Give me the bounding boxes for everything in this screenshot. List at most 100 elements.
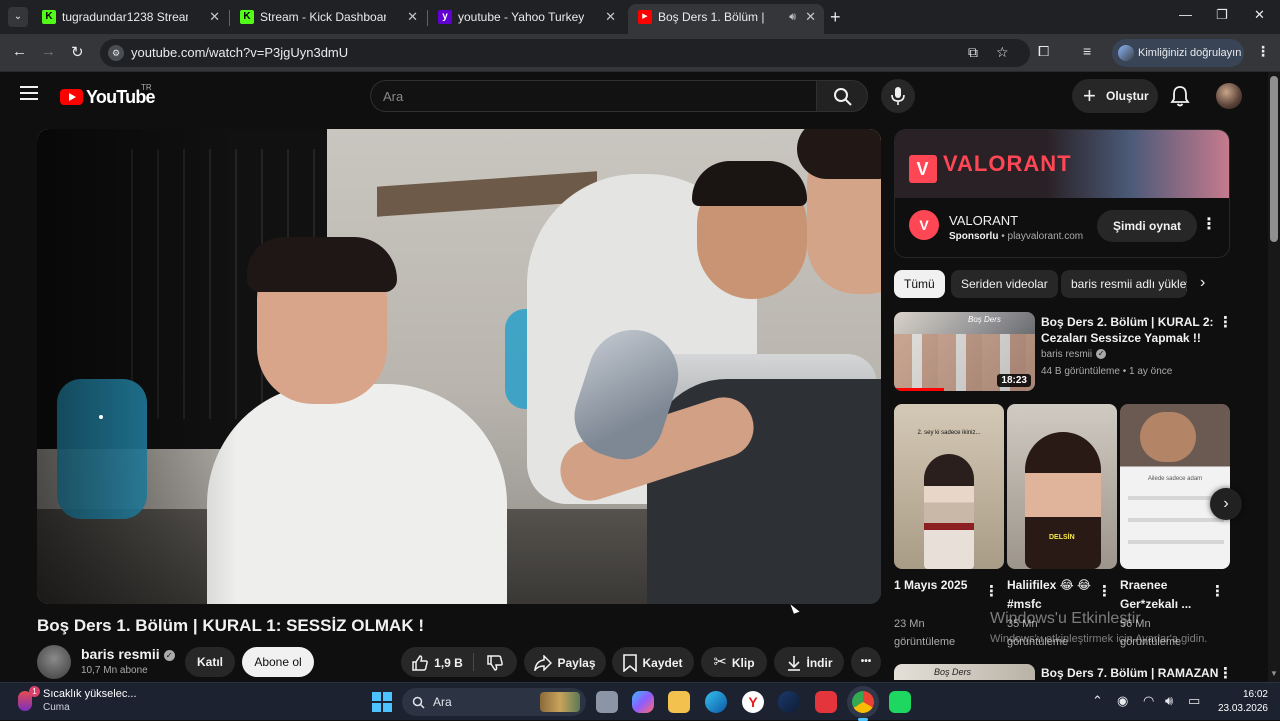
- short-title[interactable]: Haliifilex 😂 😂 #msfc: [1007, 576, 1103, 614]
- subscribe-button[interactable]: Abone ol: [242, 647, 314, 677]
- window-close-icon[interactable]: ✕: [1254, 7, 1265, 23]
- task-view-icon[interactable]: [596, 691, 618, 713]
- close-icon[interactable]: ✕: [209, 4, 220, 30]
- antivirus-tray-icon[interactable]: ◉: [1117, 693, 1128, 709]
- search-box[interactable]: [370, 80, 816, 112]
- install-app-icon[interactable]: ⧉: [968, 44, 978, 61]
- game-app-icon[interactable]: [815, 691, 837, 713]
- recommended-video-thumbnail[interactable]: Boş Ders: [894, 664, 1035, 680]
- short-thumbnail[interactable]: Ailede sadece adam: [1120, 404, 1230, 569]
- more-options-icon[interactable]: ⋮: [1097, 582, 1112, 600]
- more-options-icon[interactable]: ⋮: [984, 582, 999, 600]
- weather-text[interactable]: Sıcaklık yükselec...: [43, 688, 137, 700]
- more-options-icon[interactable]: ⋮: [1201, 214, 1217, 234]
- browser-menu-icon[interactable]: ⋮: [1256, 43, 1270, 60]
- chevron-right-icon[interactable]: ›: [1210, 488, 1242, 520]
- account-avatar[interactable]: [1216, 83, 1242, 109]
- minimize-icon[interactable]: —: [1179, 7, 1192, 22]
- system-clock[interactable]: 16:02 23.03.2026: [1212, 688, 1268, 716]
- scrollbar-thumb[interactable]: [1270, 76, 1278, 242]
- download-button[interactable]: İndir: [774, 647, 844, 677]
- like-button[interactable]: 1,9 B: [401, 647, 473, 677]
- edge-browser-icon[interactable]: [705, 691, 727, 713]
- recommended-video-channel[interactable]: baris resmii ✓: [1041, 348, 1107, 362]
- chrome-icon[interactable]: [852, 691, 874, 721]
- speaker-icon[interactable]: 🔊︎: [789, 4, 796, 30]
- short-title[interactable]: 1 Mayıs 2025: [894, 576, 990, 595]
- play-now-button[interactable]: Şimdi oynat: [1097, 210, 1197, 242]
- clip-button[interactable]: ✂ Klip: [701, 647, 767, 677]
- weather-day[interactable]: Cuma: [43, 702, 70, 713]
- clock-time: 16:02: [1242, 689, 1268, 700]
- join-button[interactable]: Katıl: [185, 647, 235, 677]
- channel-avatar[interactable]: [37, 645, 71, 679]
- scroll-down-arrow-icon[interactable]: ▼: [1270, 669, 1278, 678]
- close-icon[interactable]: ✕: [407, 4, 418, 30]
- more-options-icon[interactable]: ⋮: [1210, 582, 1225, 600]
- profile-verify-button[interactable]: Kimliğinizi doğrulayın: [1112, 39, 1244, 67]
- media-controls-icon[interactable]: ≡: [1083, 43, 1091, 59]
- chip-uploader-videos[interactable]: baris resmii adlı yükleyiciden: [1061, 270, 1187, 298]
- create-button[interactable]: + Oluştur: [1072, 79, 1158, 113]
- video-player[interactable]: [37, 129, 881, 604]
- tab-search-button[interactable]: ⌄: [8, 7, 28, 27]
- short-thumbnail[interactable]: 2. sey ki sadece ikiniz...: [894, 404, 1004, 569]
- voice-search-button[interactable]: [881, 79, 915, 113]
- hamburger-menu-icon[interactable]: [20, 86, 38, 102]
- address-bar[interactable]: ⚙ youtube.com/watch?v=P3jgUyn3dmU ⧉ ☆: [100, 39, 1030, 67]
- volume-icon[interactable]: 🔊︎: [1165, 693, 1173, 709]
- short-title[interactable]: Rraenee Ger*zekalı ...: [1120, 576, 1216, 614]
- search-button[interactable]: [816, 80, 868, 112]
- save-button[interactable]: Kaydet: [612, 647, 694, 677]
- search-input[interactable]: [383, 87, 803, 105]
- reload-icon[interactable]: ↻: [71, 43, 84, 61]
- more-actions-button[interactable]: •••: [851, 647, 881, 677]
- share-button[interactable]: Paylaş: [524, 647, 606, 677]
- wifi-icon[interactable]: ◠: [1143, 693, 1154, 709]
- site-info-icon[interactable]: ⚙: [108, 45, 124, 61]
- browser-tab-2[interactable]: K Stream - Kick Dashboard ✕: [230, 4, 426, 34]
- steam-icon[interactable]: [778, 691, 800, 713]
- back-arrow-icon[interactable]: ←: [12, 43, 27, 60]
- ad-title[interactable]: VALORANT: [949, 213, 1018, 228]
- youtube-masthead: YouTube TR + Oluştur: [0, 72, 1268, 122]
- short-thumbnail[interactable]: DELSİN: [1007, 404, 1117, 569]
- yandex-browser-icon[interactable]: Y: [742, 691, 764, 713]
- more-options-icon[interactable]: ⋮: [1218, 313, 1233, 331]
- chip-all[interactable]: Tümü: [894, 270, 945, 298]
- close-icon[interactable]: ✕: [605, 4, 616, 30]
- video-scene-person: [207, 384, 507, 604]
- channel-name-text[interactable]: baris resmii: [81, 646, 160, 662]
- browser-tab-3[interactable]: y youtube - Yahoo Turkey Arama Sonuçları…: [428, 4, 624, 34]
- file-explorer-icon[interactable]: [668, 691, 690, 713]
- gaming-app-icon[interactable]: [889, 691, 911, 713]
- browser-tab-1[interactable]: K tugradundar1238 Stream - Watch ✕: [32, 4, 228, 34]
- show-hidden-icons-chevron-icon[interactable]: ⌃: [1092, 693, 1103, 709]
- browser-tab-4-active[interactable]: ▶ Boş Ders 1. Bölüm | KURAL 1: SESSİZ OL…: [628, 4, 824, 34]
- ad-banner-image[interactable]: V VALORANT: [895, 130, 1229, 198]
- scroll-up-arrow-icon[interactable]: ▲: [1270, 74, 1278, 83]
- chip-series-videos[interactable]: Seriden videolar: [951, 270, 1058, 298]
- windows-start-icon[interactable]: [372, 692, 392, 712]
- recommended-video-title[interactable]: Boş Ders 7. Bölüm | RAMAZAN: [1041, 665, 1218, 681]
- extensions-icon[interactable]: ⧠: [1038, 43, 1049, 60]
- recommended-video-title[interactable]: Boş Ders 2. Bölüm | KURAL 2: Cezaları Se…: [1041, 314, 1214, 346]
- forward-arrow-icon[interactable]: →: [41, 43, 56, 60]
- title-line: Cezaları Sessizce Yapmak !!: [1041, 331, 1201, 345]
- chevron-right-icon[interactable]: ›: [1200, 274, 1205, 292]
- new-tab-button[interactable]: +: [830, 8, 841, 26]
- copilot-icon[interactable]: [632, 691, 654, 713]
- maximize-icon[interactable]: ❐: [1216, 7, 1228, 23]
- channel-name[interactable]: baris resmii ✓: [81, 646, 175, 662]
- taskbar-search[interactable]: Ara: [402, 688, 586, 716]
- url-text[interactable]: youtube.com/watch?v=P3jgUyn3dmU: [131, 45, 348, 60]
- more-options-icon[interactable]: ⋮: [1218, 664, 1233, 682]
- close-icon[interactable]: ✕: [805, 4, 816, 30]
- notifications-bell-icon[interactable]: [1170, 85, 1190, 107]
- sponsored-ad-card[interactable]: V VALORANT V VALORANT Sponsorlu • playval…: [894, 129, 1230, 258]
- bookmark-star-icon[interactable]: ☆: [996, 44, 1009, 61]
- advertiser-icon[interactable]: V: [909, 210, 939, 240]
- recommended-video-thumbnail[interactable]: Boş Ders 18:23: [894, 312, 1035, 391]
- dislike-button[interactable]: [474, 647, 516, 677]
- battery-icon[interactable]: ▭: [1188, 693, 1200, 709]
